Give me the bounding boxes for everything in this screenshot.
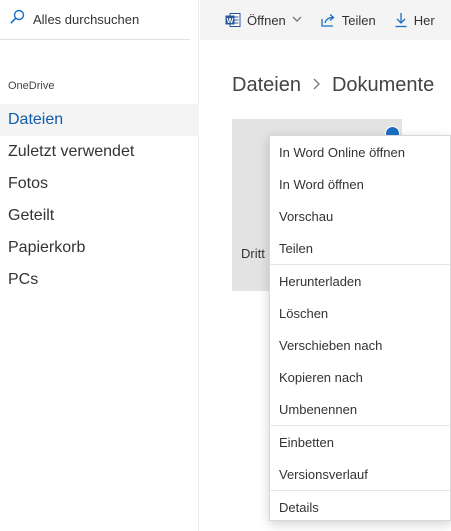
search-box[interactable]: Alles durchsuchen bbox=[0, 0, 190, 40]
breadcrumb-root[interactable]: Dateien bbox=[232, 74, 301, 97]
svg-text:W: W bbox=[227, 18, 234, 25]
menu-item-copy-to[interactable]: Kopieren nach bbox=[270, 361, 450, 393]
context-menu: In Word Online öffnen In Word öffnen Vor… bbox=[269, 135, 451, 521]
open-button[interactable]: W Öffnen bbox=[225, 12, 302, 28]
sidebar-item-pcs[interactable]: PCs bbox=[0, 264, 199, 296]
share-label: Teilen bbox=[341, 12, 376, 28]
search-icon bbox=[9, 9, 33, 30]
download-icon bbox=[394, 12, 408, 28]
share-icon bbox=[320, 12, 336, 28]
download-button[interactable]: Her bbox=[394, 12, 435, 28]
menu-item-open-word[interactable]: In Word öffnen bbox=[270, 168, 450, 200]
menu-item-move-to[interactable]: Verschieben nach bbox=[270, 329, 450, 361]
file-name: Dritt bbox=[241, 246, 265, 261]
menu-item-share[interactable]: Teilen bbox=[270, 232, 450, 264]
chevron-down-icon[interactable] bbox=[292, 15, 302, 26]
menu-item-download[interactable]: Herunterladen bbox=[270, 265, 450, 297]
sidebar-item-files[interactable]: Dateien bbox=[0, 104, 199, 136]
sidebar-item-recycle-bin[interactable]: Papierkorb bbox=[0, 232, 199, 264]
sidebar-item-shared[interactable]: Geteilt bbox=[0, 200, 199, 232]
chevron-right-icon bbox=[312, 75, 321, 96]
breadcrumb: Dateien Dokumente bbox=[232, 74, 434, 97]
menu-item-open-word-online[interactable]: In Word Online öffnen bbox=[270, 136, 450, 168]
search-placeholder: Alles durchsuchen bbox=[33, 12, 140, 27]
menu-item-details[interactable]: Details bbox=[270, 491, 450, 523]
open-label: Öffnen bbox=[247, 12, 286, 28]
sidebar-item-photos[interactable]: Fotos bbox=[0, 168, 199, 200]
breadcrumb-current: Dokumente bbox=[331, 74, 435, 96]
menu-item-rename[interactable]: Umbenennen bbox=[270, 393, 450, 425]
word-icon: W bbox=[225, 12, 241, 28]
share-button[interactable]: Teilen bbox=[320, 12, 376, 28]
menu-item-version-history[interactable]: Versionsverlauf bbox=[270, 458, 450, 490]
menu-item-delete[interactable]: Löschen bbox=[270, 297, 450, 329]
download-label: Her bbox=[413, 12, 435, 28]
command-bar: W Öffnen Teilen Her bbox=[200, 0, 451, 40]
brand-label: OneDrive bbox=[8, 80, 55, 92]
menu-item-embed[interactable]: Einbetten bbox=[270, 426, 450, 458]
menu-item-preview[interactable]: Vorschau bbox=[270, 200, 450, 232]
sidebar-item-recent[interactable]: Zuletzt verwendet bbox=[0, 136, 199, 168]
nav-list: Dateien Zuletzt verwendet Fotos Geteilt … bbox=[0, 104, 199, 296]
left-navigation: Alles durchsuchen OneDrive Dateien Zulet… bbox=[0, 0, 199, 531]
